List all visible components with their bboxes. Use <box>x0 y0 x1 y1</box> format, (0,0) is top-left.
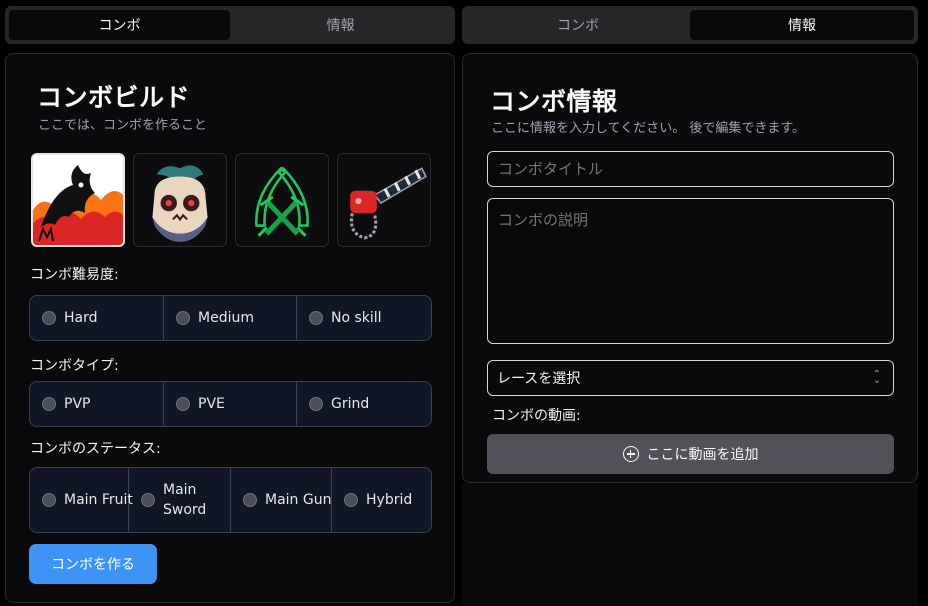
combo-builder-panel: コンボビルド ここでは、コンボを作ること コンボ難易度: Hard Medium… <box>5 53 455 603</box>
status-option-hybrid[interactable]: Hybrid <box>332 468 431 532</box>
info-title: コンボ情報 <box>490 87 618 116</box>
chevron-up-down-icon: ⌃ ⌄ <box>872 369 881 386</box>
difficulty-option-medium[interactable]: Medium <box>164 296 297 340</box>
crossed-swords-icon[interactable] <box>235 153 329 247</box>
combo-info-panel: コンボ情報 ここに情報を入力してください。 後で編集できます。 レースを選択 ⌃… <box>462 53 918 483</box>
race-select[interactable]: レースを選択 ⌃ ⌄ <box>487 360 894 396</box>
radio-icon <box>309 311 323 325</box>
combo-status-label: コンボのステータス: <box>30 441 161 457</box>
type-option-pve[interactable]: PVE <box>164 382 297 426</box>
add-video-button[interactable]: ここに動画を追加 <box>487 434 894 474</box>
builder-subtitle: ここでは、コンボを作ること <box>38 118 208 133</box>
left-tab-bar: コンボ 情報 <box>5 6 455 44</box>
radio-icon <box>176 397 190 411</box>
combo-status-radio-group: Main Fruit Main Sword Main Gun Hybrid <box>29 467 432 533</box>
race-select-value: レースを選択 <box>497 371 581 387</box>
weapon-icon-picker <box>31 153 431 247</box>
difficulty-option-no-skill[interactable]: No skill <box>297 296 431 340</box>
red-gun-icon[interactable] <box>337 153 431 247</box>
radio-icon <box>176 311 190 325</box>
radio-icon <box>243 493 257 507</box>
tab-combo[interactable]: コンボ <box>9 10 230 40</box>
combo-type-radio-group: PVP PVE Grind <box>29 381 432 427</box>
info-subtitle: ここに情報を入力してください。 後で編集できます。 <box>491 121 806 136</box>
radio-icon <box>42 397 56 411</box>
difficulty-label: コンボ難易度: <box>30 267 119 283</box>
radio-icon <box>344 493 358 507</box>
radio-icon <box>309 397 323 411</box>
tab-combo[interactable]: コンボ <box>466 10 690 40</box>
difficulty-option-hard[interactable]: Hard <box>30 296 164 340</box>
combo-description-textarea[interactable] <box>487 198 894 344</box>
type-option-grind[interactable]: Grind <box>297 382 431 426</box>
status-option-main-sword[interactable]: Main Sword <box>129 468 231 532</box>
radio-icon <box>141 493 155 507</box>
skull-fruit-icon[interactable] <box>133 153 227 247</box>
tab-info[interactable]: 情報 <box>230 10 451 40</box>
combo-type-label: コンボタイプ: <box>30 358 119 374</box>
plus-circle-icon <box>622 446 639 462</box>
difficulty-radio-group: Hard Medium No skill <box>29 295 432 341</box>
dragon-fruit-icon[interactable] <box>31 153 125 247</box>
combo-video-label: コンボの動画: <box>492 408 581 424</box>
radio-icon <box>42 311 56 325</box>
create-combo-button[interactable]: コンボを作る <box>29 544 157 584</box>
combo-title-input[interactable] <box>487 151 894 187</box>
right-panel-lower-area <box>462 483 918 606</box>
status-option-main-fruit[interactable]: Main Fruit <box>30 468 133 532</box>
right-tab-bar: コンボ 情報 <box>462 6 918 44</box>
radio-icon <box>42 493 56 507</box>
builder-title: コンボビルド <box>37 83 191 112</box>
tab-info[interactable]: 情報 <box>690 10 914 40</box>
type-option-pvp[interactable]: PVP <box>30 382 164 426</box>
status-option-main-gun[interactable]: Main Gun <box>231 468 332 532</box>
